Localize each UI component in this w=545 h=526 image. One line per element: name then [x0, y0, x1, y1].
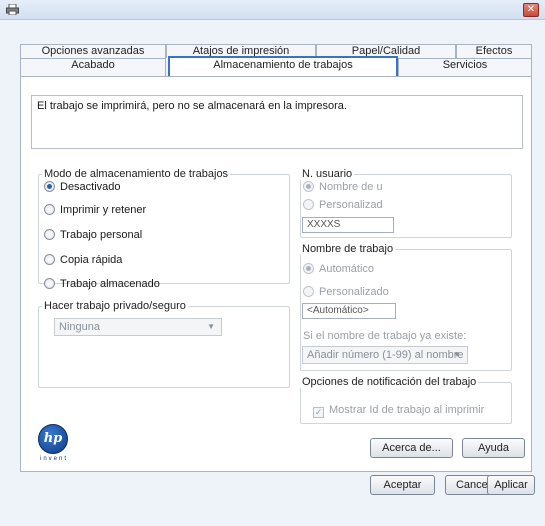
radio-user-custom[interactable]: Personalizad — [303, 198, 383, 212]
tab-efectos[interactable]: Efectos — [456, 44, 532, 58]
printer-icon — [6, 4, 19, 15]
private-title: Hacer trabajo privado/seguro — [42, 300, 188, 312]
checkbox-label: Mostrar Id de trabajo al imprimir — [329, 404, 485, 416]
about-button[interactable]: Acerca de... — [370, 438, 453, 458]
ok-button[interactable]: Aceptar — [370, 475, 435, 495]
tab-almacenamiento-de-trabajos[interactable]: Almacenamiento de trabajos — [168, 56, 398, 76]
radio-label: Nombre de u — [319, 181, 383, 193]
user-name-input[interactable]: XXXXS — [302, 217, 394, 233]
user-name-title: N. usuario — [300, 168, 355, 180]
tab-opciones-avanzadas[interactable]: Opciones avanzadas — [20, 44, 166, 58]
tab-acabado[interactable]: Acabado — [20, 58, 166, 76]
radio-label: Trabajo personal — [60, 229, 143, 241]
radio-label: Personalizad — [319, 199, 383, 211]
radio-icon — [44, 278, 55, 289]
radio-label: Automático — [319, 263, 375, 275]
radio-user-name[interactable]: Nombre de u — [303, 180, 383, 194]
job-exists-select-value: Añadir número (1-99) al nombre — [307, 349, 464, 361]
radio-label: Imprimir y retener — [60, 204, 147, 216]
radio-icon — [44, 254, 55, 265]
radio-icon — [303, 199, 314, 210]
radio-desactivado[interactable]: Desactivado — [44, 180, 121, 194]
hp-invent-tagline: invent — [39, 456, 68, 462]
show-job-id-checkbox[interactable]: ✓ Mostrar Id de trabajo al imprimir — [313, 404, 484, 418]
checkmark-icon: ✓ — [313, 407, 324, 418]
apply-button[interactable]: Aplicar — [487, 475, 535, 495]
radio-job-auto[interactable]: Automático — [303, 262, 374, 276]
radio-icon — [44, 204, 55, 215]
tab-servicios[interactable]: Servicios — [398, 58, 532, 76]
job-exists-label: Si el nombre de trabajo ya existe: — [303, 330, 467, 342]
radio-trabajo-almacenado[interactable]: Trabajo almacenado — [44, 277, 160, 291]
chevron-down-icon: ▼ — [453, 350, 461, 359]
radio-label: Copia rápida — [60, 254, 123, 266]
radio-job-custom[interactable]: Personalizado — [303, 285, 389, 299]
storage-mode-title: Modo de almacenamiento de trabajos — [42, 168, 231, 180]
hp-logo: hp — [38, 424, 68, 454]
radio-copia-rapida[interactable]: Copia rápida — [44, 253, 122, 267]
close-button[interactable]: ✕ — [523, 3, 539, 17]
private-select[interactable]: Ninguna ▼ — [54, 318, 222, 336]
job-exists-select[interactable]: Añadir número (1-99) al nombre ▼ — [302, 346, 468, 364]
job-name-input[interactable]: <Automático> — [302, 303, 396, 319]
radio-selected-icon — [303, 263, 314, 274]
radio-label: Personalizado — [319, 286, 389, 298]
radio-icon — [303, 286, 314, 297]
radio-label: Desactivado — [60, 181, 121, 193]
chevron-down-icon: ▼ — [207, 322, 215, 331]
radio-trabajo-personal[interactable]: Trabajo personal — [44, 228, 142, 242]
radio-imprimir-y-retener[interactable]: Imprimir y retener — [44, 203, 146, 217]
title-bar: ✕ — [0, 0, 545, 20]
job-name-title: Nombre de trabajo — [300, 243, 396, 255]
radio-icon — [44, 229, 55, 240]
notification-title: Opciones de notificación del trabajo — [300, 376, 479, 388]
status-message: El trabajo se imprimirá, pero no se alma… — [31, 95, 523, 149]
radio-label: Trabajo almacenado — [60, 278, 160, 290]
private-select-value: Ninguna — [59, 321, 100, 333]
help-button[interactable]: Ayuda — [462, 438, 525, 458]
radio-selected-icon — [44, 181, 55, 192]
radio-selected-icon — [303, 181, 314, 192]
